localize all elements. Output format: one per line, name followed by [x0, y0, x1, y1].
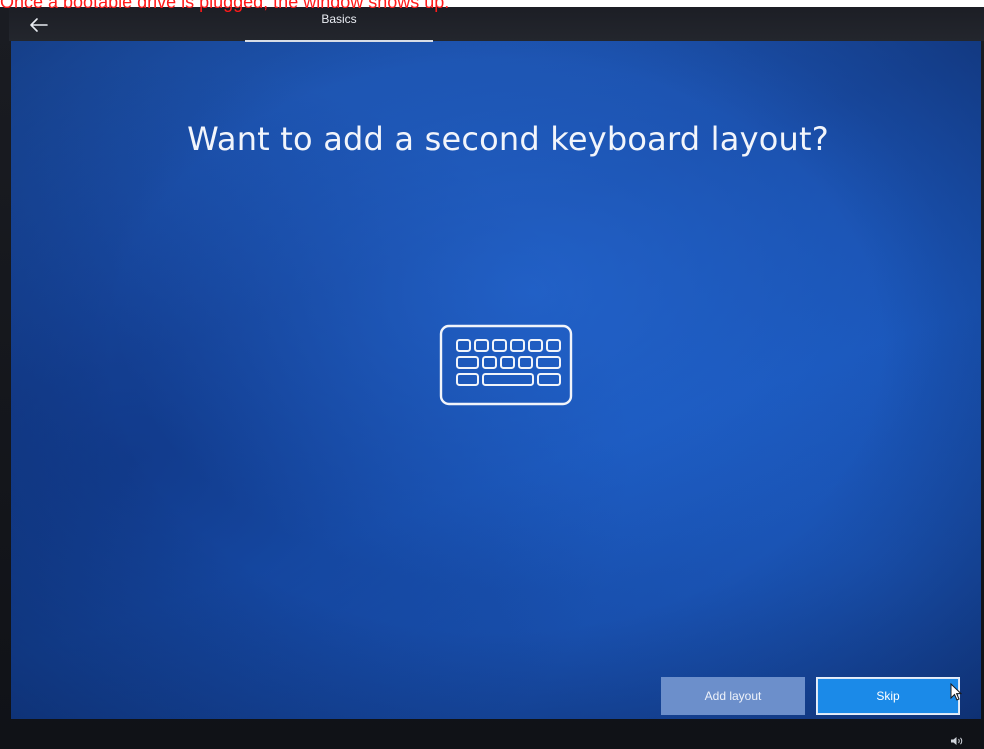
keyboard-icon	[439, 324, 573, 406]
volume-icon	[951, 737, 963, 745]
oobe-screen: Want to add a second keyboard layout? Ad…	[11, 41, 981, 719]
page-title: Want to add a second keyboard layout?	[187, 120, 829, 158]
mouse-cursor-icon	[950, 683, 962, 701]
step-label-basics: Basics	[321, 12, 357, 26]
back-arrow-icon	[30, 18, 48, 32]
step-progress-underline	[245, 40, 433, 42]
skip-button[interactable]: Skip	[816, 677, 960, 715]
caption-text: Once a bootable drive is plugged, the wi…	[0, 0, 450, 12]
add-layout-button[interactable]: Add layout	[661, 677, 805, 715]
back-button[interactable]	[27, 13, 53, 37]
